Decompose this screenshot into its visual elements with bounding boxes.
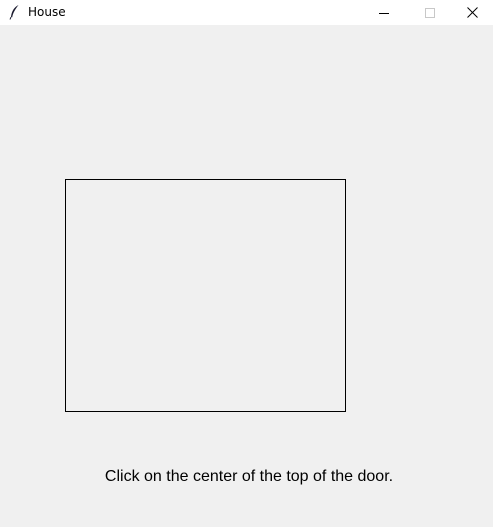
title-bar[interactable]: House — [0, 0, 493, 25]
close-button[interactable] — [452, 0, 493, 25]
maximize-button[interactable] — [407, 0, 453, 25]
instruction-label: Click on the center of the top of the do… — [104, 468, 394, 485]
feather-icon — [8, 4, 22, 20]
close-icon — [467, 3, 478, 22]
drawing-canvas[interactable]: Click on the center of the top of the do… — [0, 25, 493, 527]
minimize-button[interactable] — [361, 0, 407, 25]
maximize-icon — [425, 3, 435, 22]
app-window: House Click on the center of the top of … — [0, 0, 493, 527]
house-outline[interactable] — [65, 179, 346, 412]
window-title: House — [28, 5, 66, 19]
minimize-icon — [379, 3, 389, 22]
